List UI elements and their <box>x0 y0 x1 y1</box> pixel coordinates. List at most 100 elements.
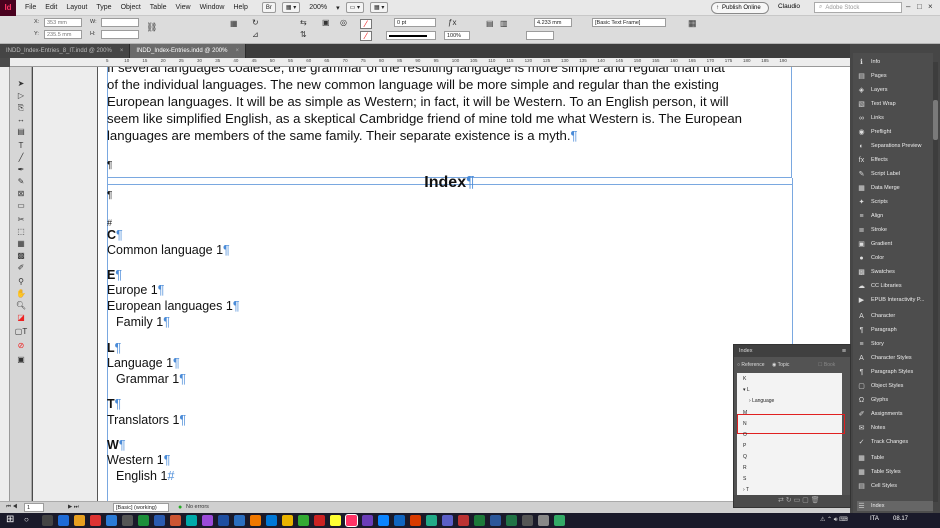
app-icon[interactable] <box>378 515 389 526</box>
dock-item-gradient[interactable]: ▣ Gradient <box>857 239 892 249</box>
app-icon[interactable] <box>394 515 405 526</box>
text-wrap-icon[interactable]: ▤ <box>486 19 494 28</box>
app-icon[interactable] <box>122 515 133 526</box>
gradient-feather-tool-icon[interactable]: ▩ <box>14 251 28 261</box>
menu-window[interactable]: Window <box>200 4 225 11</box>
topic-radio[interactable]: ◉ Topic <box>772 362 789 368</box>
tab-document-1[interactable]: INDD_Index-Entries_8_IT.indd @ 200% × <box>0 44 131 58</box>
apply-none-icon[interactable]: ⊘ <box>14 341 28 351</box>
select-container-icon[interactable]: ▣ <box>322 18 330 27</box>
screen-mode-icon[interactable]: ▣ <box>14 355 28 365</box>
gap-tool-icon[interactable]: ↔ <box>14 115 28 125</box>
book-checkbox[interactable]: ☐ Book <box>818 362 835 368</box>
dock-item-script-label[interactable]: ✎ Script Label <box>857 169 900 179</box>
app-icon[interactable] <box>554 515 565 526</box>
app-icon[interactable] <box>202 515 213 526</box>
maximize-icon[interactable]: □ <box>917 2 922 11</box>
selection-tool-icon[interactable]: ➤ <box>14 79 28 89</box>
index-entry[interactable]: Europe 1¶ <box>107 283 164 297</box>
opacity-field[interactable]: 100% <box>444 31 470 40</box>
view-options-button[interactable]: ▦ ▾ <box>281 2 301 13</box>
index-entry[interactable]: Translators 1¶ <box>107 413 186 427</box>
app-icon[interactable] <box>138 515 149 526</box>
app-icon[interactable] <box>106 515 117 526</box>
select-content-icon[interactable]: ◎ <box>340 18 347 27</box>
publish-online-button[interactable]: ↑ Publish Online <box>711 2 769 14</box>
index-letter-l[interactable]: L¶ <box>107 341 121 355</box>
dock-item-align[interactable]: ≡ Align <box>857 211 883 221</box>
dock-item-notes[interactable]: ✉ Notes <box>857 423 886 433</box>
field-blank[interactable] <box>526 31 554 40</box>
fx-icon[interactable]: ƒx <box>448 18 456 27</box>
index-letter-t[interactable]: T¶ <box>107 397 121 411</box>
dock-item-index[interactable]: ☰ Index <box>857 501 933 511</box>
dock-item-cc-libraries[interactable]: ☁ CC Libraries <box>857 281 902 291</box>
object-style-dropdown[interactable]: [Basic Text Frame] <box>592 18 666 27</box>
dimension-field[interactable]: 4.233 mm <box>534 18 572 27</box>
dock-item-text-wrap[interactable]: ▧ Text Wrap <box>857 99 895 109</box>
pencil-tool-icon[interactable]: ✎ <box>14 177 28 187</box>
letter-k[interactable]: K <box>743 376 746 382</box>
hand-tool-icon[interactable]: ✋ <box>14 289 28 299</box>
menu-type[interactable]: Type <box>96 4 111 11</box>
dock-item-color[interactable]: ● Color <box>857 253 884 263</box>
arrange-button[interactable]: ▦ ▾ <box>370 2 389 13</box>
direct-selection-tool-icon[interactable]: ▷ <box>14 91 28 101</box>
rectangle-frame-tool-icon[interactable]: ⊠ <box>14 189 28 199</box>
excel-icon[interactable] <box>474 515 485 526</box>
letter-o[interactable]: O <box>743 432 747 438</box>
shear-icon[interactable]: ⊿ <box>252 30 259 39</box>
minimize-icon[interactable]: – <box>906 2 910 11</box>
dock-item-scripts[interactable]: ✦ Scripts <box>857 197 888 207</box>
screen-mode-button[interactable]: ▭ ▾ <box>345 2 365 13</box>
dock-item-table[interactable]: ▦ Table <box>857 453 884 463</box>
h-field[interactable] <box>101 30 139 39</box>
dock-item-links[interactable]: ∞ Links <box>857 113 884 123</box>
menu-view[interactable]: View <box>176 4 191 11</box>
stock-search-input[interactable]: ⌕ Adobe Stock <box>814 2 902 13</box>
app-icon[interactable] <box>458 515 469 526</box>
stroke-weight-field[interactable]: 0 pt <box>394 18 436 27</box>
index-subentry[interactable]: English 1# <box>116 469 174 483</box>
next-page-icon[interactable]: ▶ ⏭ <box>68 504 79 511</box>
x-field[interactable]: 353 mm <box>44 18 82 27</box>
dock-item-data-merge[interactable]: ▦ Data Merge <box>857 183 900 193</box>
menu-table[interactable]: Table <box>150 4 167 11</box>
app-icon[interactable] <box>218 515 229 526</box>
reference-radio[interactable]: ○ Reference <box>737 362 765 368</box>
dock-item-cell-styles[interactable]: ▤ Cell Styles <box>857 481 897 491</box>
tray-icons[interactable]: ⚠ ⌃ 🔊︎ ⌨ <box>820 516 848 524</box>
index-letter-e[interactable]: E¶ <box>107 268 122 282</box>
tab-document-2[interactable]: INDD_Index-Entries.indd @ 200% × <box>130 44 246 58</box>
preflight-status[interactable]: No errors <box>186 504 209 510</box>
chrome-icon[interactable] <box>90 515 101 526</box>
user-name[interactable]: Claudio <box>778 3 800 10</box>
layout-style-field[interactable]: [Basic] (working) <box>113 503 169 512</box>
indesign-icon[interactable] <box>345 514 358 527</box>
index-topic-list[interactable]: K ▾ L › Language M N O P Q R S › T <box>737 373 845 498</box>
menu-file[interactable]: File <box>25 4 36 11</box>
app-icon[interactable] <box>362 515 373 526</box>
dock-item-stroke[interactable]: ≣ Stroke <box>857 225 887 235</box>
dock-item-paragraph-styles[interactable]: ¶ Paragraph Styles <box>857 367 914 377</box>
acrobat-icon[interactable] <box>314 515 325 526</box>
dock-item-assignments[interactable]: ✐ Assignments <box>857 409 903 419</box>
topic-language[interactable]: › Language <box>749 398 774 404</box>
pen-tool-icon[interactable]: ✒ <box>14 165 28 175</box>
app-icon[interactable] <box>410 515 421 526</box>
w-field[interactable] <box>101 18 139 27</box>
dock-item-object-styles[interactable]: ▢ Object Styles <box>857 381 903 391</box>
letter-n[interactable]: N <box>743 421 747 427</box>
dock-item-table-styles[interactable]: ▦ Table Styles <box>857 467 900 477</box>
dock-item-epub-interactivity-p[interactable]: ▶ EPUB Interactivity P... <box>857 295 925 305</box>
index-letter-c[interactable]: C¶ <box>107 228 123 242</box>
document-pasteboard[interactable]: If several languages coalesce, the gramm… <box>33 67 850 501</box>
letter-p[interactable]: P <box>743 443 746 449</box>
index-entry[interactable]: European languages 1¶ <box>107 299 240 313</box>
close-icon[interactable]: × <box>928 2 933 11</box>
stroke-type-dropdown[interactable] <box>386 31 436 40</box>
app-icon[interactable] <box>442 515 453 526</box>
columns-icon[interactable]: ▦ <box>688 18 697 29</box>
flip-vertical-icon[interactable]: ⇅ <box>300 30 307 39</box>
menu-object[interactable]: Object <box>121 4 141 11</box>
